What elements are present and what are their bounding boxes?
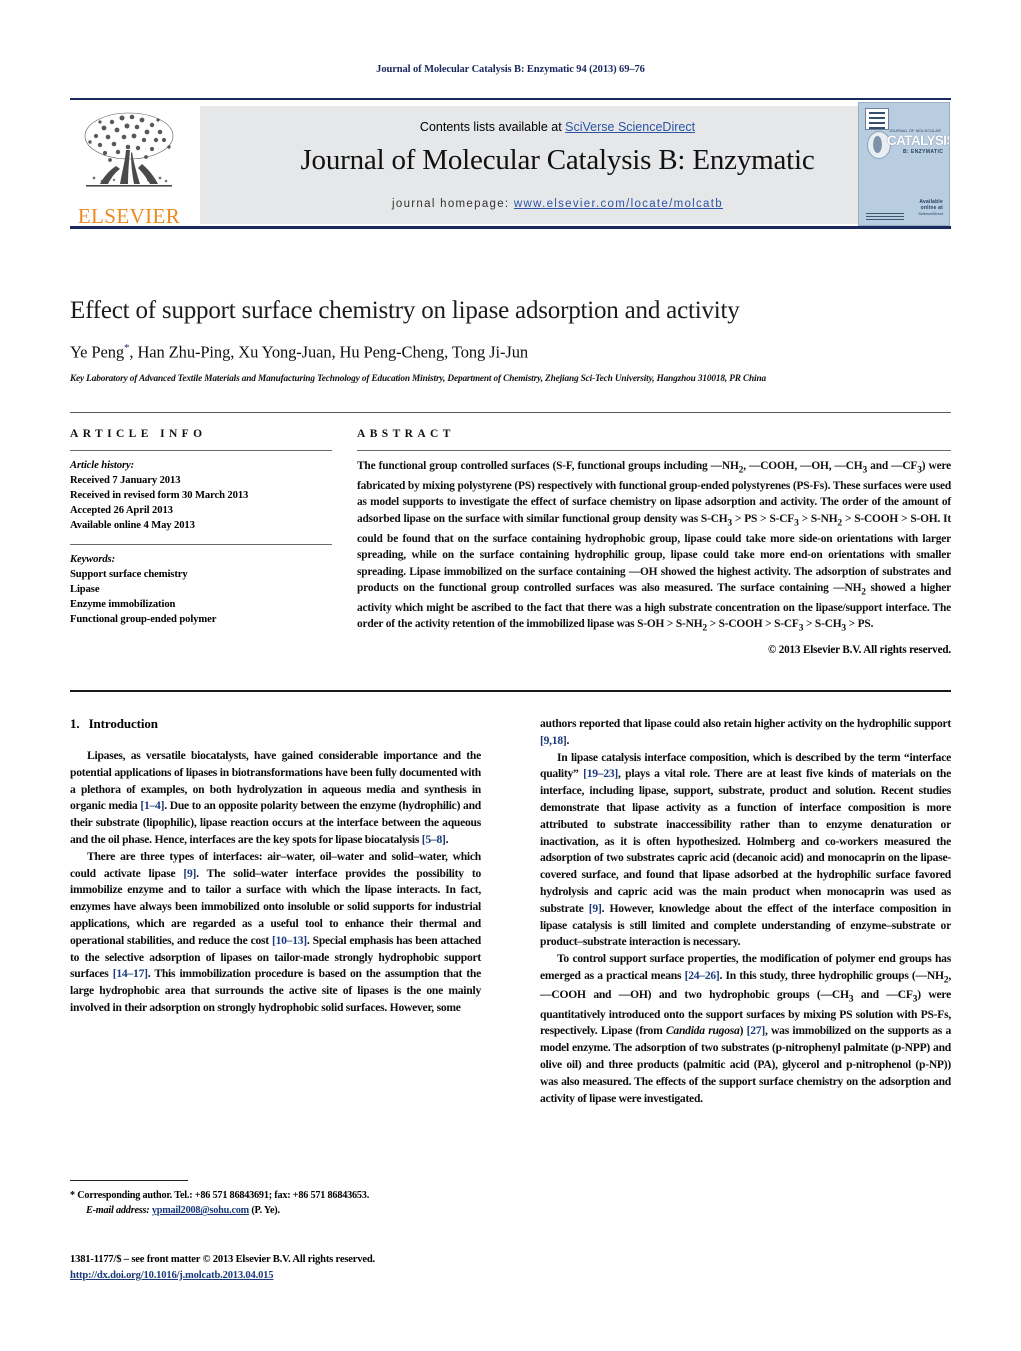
keyword-item: Functional group-ended polymer [70, 614, 217, 626]
article-info-rule [70, 450, 332, 451]
article-history-group: Article history: Received 7 January 2013… [70, 458, 332, 533]
journal-homepage-line: journal homepage: www.elsevier.com/locat… [200, 198, 915, 210]
paper-page: Journal of Molecular Catalysis B: Enzyma… [0, 0, 1021, 1351]
article-info-heading: ARTICLE INFO [70, 428, 207, 440]
cover-subtitle: B: ENZYMATIC [903, 149, 944, 155]
abstract-column: ABSTRACT The functional group controlled… [357, 428, 951, 656]
affiliation: Key Laboratory of Advanced Textile Mater… [70, 373, 766, 384]
abstract-heading: ABSTRACT [357, 428, 455, 440]
section-number: 1. [70, 716, 80, 731]
paragraph: To control support surface properties, t… [540, 952, 951, 1105]
running-head: Journal of Molecular Catalysis B: Enzyma… [376, 64, 645, 75]
email-note: E-mail address: ypmail2008@sohu.com (P. … [70, 1204, 481, 1219]
body-columns: 1. Introduction Lipases, as versatile bio… [70, 716, 951, 1107]
corresponding-author-note: * Corresponding author. Tel.: +86 571 86… [70, 1189, 481, 1204]
section-title: Introduction [88, 716, 158, 731]
journal-masthead: ELSEVIER Contents lists available at Sci… [70, 98, 951, 229]
body-right-column: authors reported that lipase could also … [540, 716, 951, 1107]
article-info-separator [70, 544, 332, 546]
paragraph: Lipases, as versatile biocatalysts, have… [70, 749, 481, 846]
abstract-rule [357, 450, 951, 451]
contents-list-line: Contents lists available at SciVerse Sci… [200, 120, 915, 134]
keyword-item: Enzyme immobilization [70, 599, 176, 611]
author-rest: , Han Zhu-Ping, Xu Yong-Juan, Hu Peng-Ch… [129, 342, 528, 362]
corresponding-author-text: Corresponding author. Tel.: +86 571 8684… [77, 1190, 370, 1202]
cover-footer-available: Available online at [919, 199, 943, 211]
abstract-bottom-rule [70, 690, 951, 693]
footnote-block: * Corresponding author. Tel.: +86 571 86… [70, 1189, 481, 1219]
cover-badge-icon [865, 108, 889, 130]
journal-cover-thumbnail: JOURNAL OF MOLECULAR CATALYSIS B: ENZYMA… [858, 102, 950, 226]
email-link[interactable]: ypmail2008@sohu.com [152, 1205, 249, 1216]
title-block: Effect of support surface chemistry on l… [70, 280, 951, 387]
keyword-item: Support surface chemistry [70, 569, 188, 581]
footnote-rule [70, 1180, 188, 1182]
keywords-group: Keywords: Support surface chemistry Lipa… [70, 552, 332, 627]
journal-band: Contents lists available at SciVerse Sci… [200, 106, 915, 224]
elsevier-tree-icon [84, 112, 174, 187]
imprint-block: 1381-1177/$ – see front matter © 2013 El… [70, 1252, 530, 1284]
history-item: Accepted 26 April 2013 [70, 505, 173, 517]
keywords-title: Keywords: [70, 554, 116, 566]
paragraph: In lipase catalysis interface compositio… [540, 750, 951, 949]
contents-prefix: Contents lists available at [419, 120, 566, 134]
doi-link[interactable]: http://dx.doi.org/10.1016/j.molcatb.2013… [70, 1268, 530, 1284]
page-title: Effect of support surface chemistry on l… [70, 296, 740, 324]
copyright-line: © 2013 Elsevier B.V. All rights reserved… [767, 644, 951, 657]
sciencedirect-link[interactable]: SciVerse ScienceDirect [565, 120, 695, 134]
abstract-text: The functional group controlled surfaces… [357, 460, 952, 634]
article-info-column: ARTICLE INFO Article history: Received 7… [70, 428, 332, 627]
cover-footer-lines [866, 213, 904, 220]
section-heading-introduction: 1. Introduction [70, 716, 481, 732]
cover-footer-sciencedirect: ScienceDirect [918, 211, 943, 216]
footnote-area: * Corresponding author. Tel.: +86 571 86… [70, 1180, 481, 1219]
paragraph: There are three types of interfaces: air… [70, 849, 482, 1014]
homepage-prefix: journal homepage: [392, 198, 514, 210]
imprint-line: 1381-1177/$ – see front matter © 2013 El… [70, 1254, 376, 1265]
email-label: E-mail address: [86, 1205, 150, 1217]
journal-homepage-link[interactable]: www.elsevier.com/locate/molcatb [514, 198, 723, 210]
footnote-marker: * [70, 1190, 75, 1202]
author-list: Ye Peng*, Han Zhu-Ping, Xu Yong-Juan, Hu… [70, 342, 951, 363]
keyword-item: Lipase [70, 584, 100, 596]
email-owner: (P. Ye). [251, 1205, 280, 1217]
history-item: Available online 4 May 2013 [70, 520, 195, 532]
masthead-top-rule [70, 98, 951, 100]
history-item: Received 7 January 2013 [70, 475, 181, 487]
info-abstract-top-rule [70, 412, 951, 413]
history-item: Received in revised form 30 March 2013 [70, 490, 249, 502]
journal-title: Journal of Molecular Catalysis B: Enzyma… [300, 144, 815, 176]
cover-main-title: CATALYSIS [887, 133, 950, 148]
elsevier-logo: ELSEVIER [70, 106, 188, 228]
body-left-column: 1. Introduction Lipases, as versatile bio… [70, 716, 481, 1017]
paragraph: authors reported that lipase could also … [540, 717, 951, 747]
cover-footer-right: Available online at ScienceDirect [905, 199, 943, 216]
author-corresponding: Ye Peng [70, 342, 125, 362]
masthead-bottom-rule [70, 226, 951, 229]
article-history-title: Article history: [70, 460, 135, 471]
